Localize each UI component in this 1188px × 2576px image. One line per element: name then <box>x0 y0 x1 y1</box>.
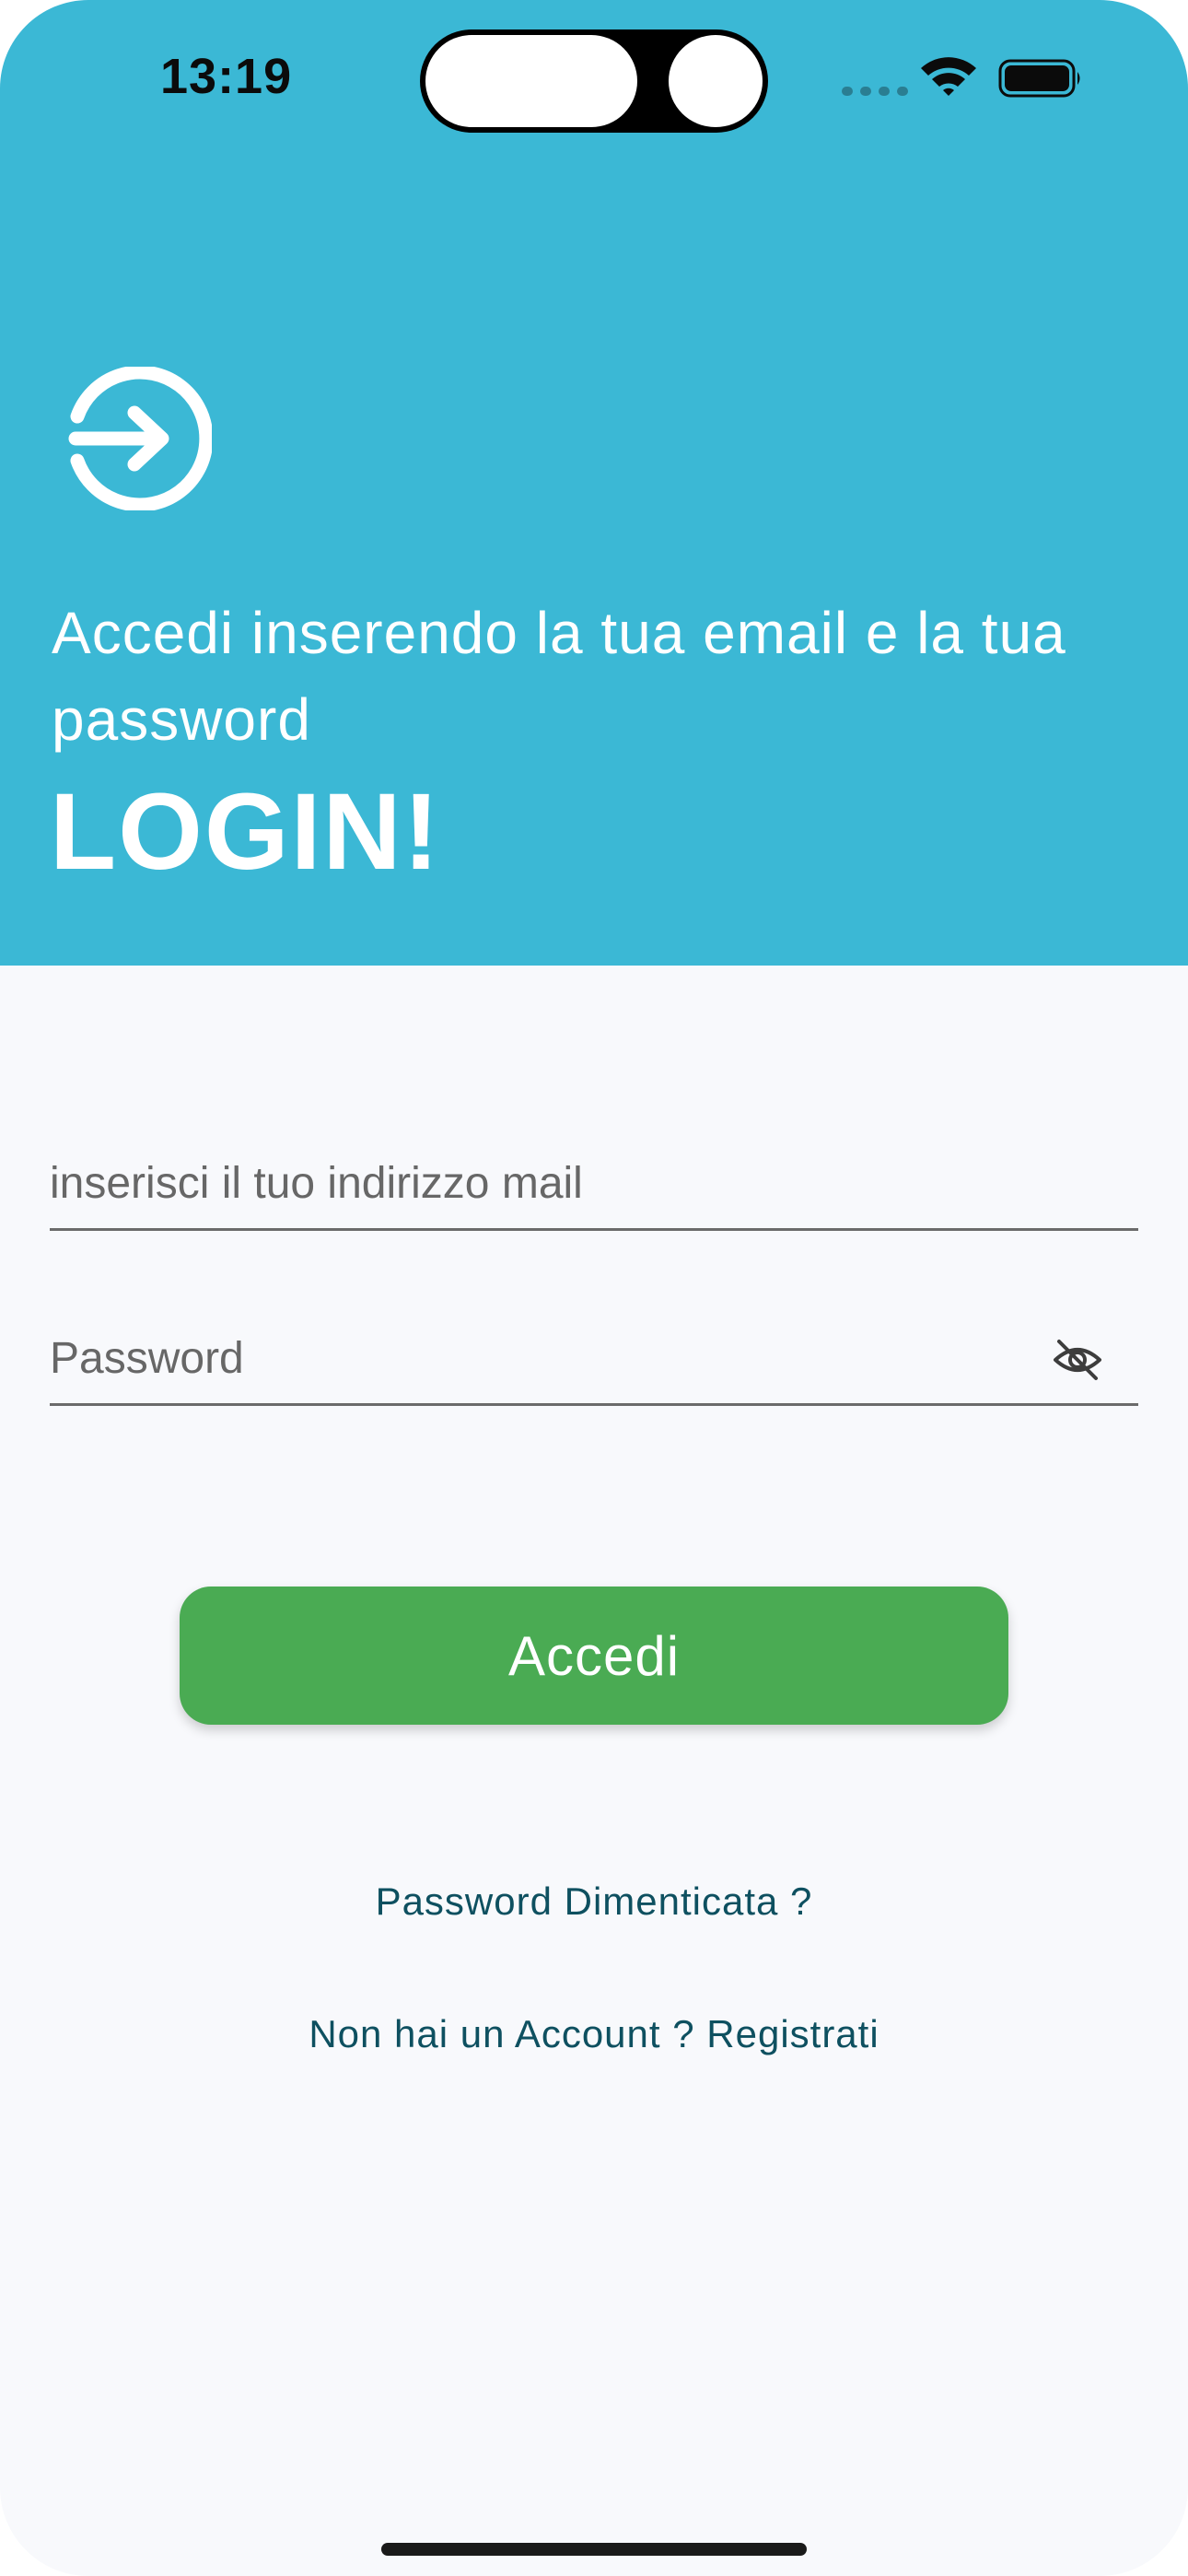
email-input[interactable] <box>50 1139 1138 1227</box>
password-input[interactable] <box>50 1314 1138 1402</box>
cellular-signal-icon <box>842 87 908 96</box>
island-pill <box>425 35 637 127</box>
header-banner: 13:19 Accedi inserendo la tua email e la… <box>0 0 1188 966</box>
page-title: LOGIN! <box>50 771 441 893</box>
login-screen: 13:19 Accedi inserendo la tua email e la… <box>0 0 1188 2576</box>
battery-icon <box>998 59 1080 98</box>
login-button-label: Accedi <box>507 1624 681 1687</box>
register-link[interactable]: Non hai un Account ? Registrati <box>0 2012 1188 2056</box>
password-field-container <box>50 1314 1138 1406</box>
status-time: 13:19 <box>160 49 293 104</box>
email-field-container <box>50 1139 1138 1231</box>
login-arrow-circle-icon <box>68 367 212 510</box>
island-camera <box>669 35 763 127</box>
login-button[interactable]: Accedi <box>180 1587 1008 1725</box>
header-subtitle: Accedi inserendo la tua email e la tua p… <box>52 600 1066 753</box>
forgot-password-link[interactable]: Password Dimenticata ? <box>0 1879 1188 1924</box>
eye-off-icon[interactable] <box>1052 1334 1103 1386</box>
home-indicator[interactable] <box>381 2543 807 2556</box>
dynamic-island <box>420 29 768 133</box>
wifi-icon <box>921 57 976 96</box>
